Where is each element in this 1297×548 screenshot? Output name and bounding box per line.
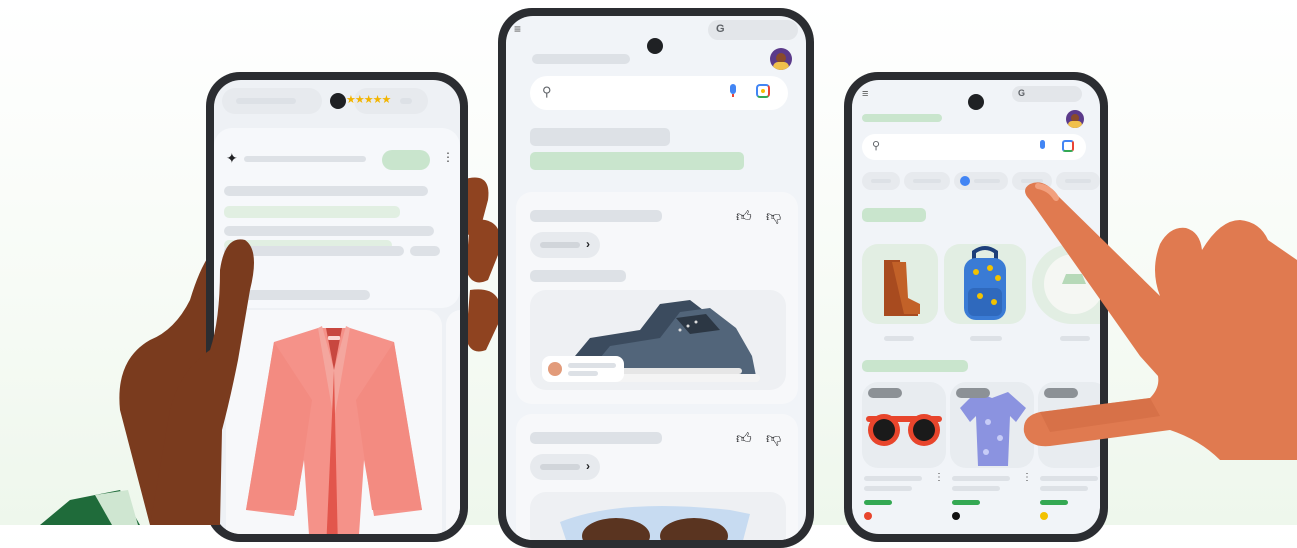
chevron-right-icon: › [586, 459, 590, 473]
menu-icon[interactable]: ≡ [514, 22, 521, 36]
more-vert-icon[interactable]: ⋮ [442, 150, 454, 164]
lens-icon[interactable] [756, 84, 770, 98]
result-card-sunglasses[interactable]: 👍︎ 👎︎ › [516, 414, 798, 540]
center-phone-screen: ≡ G ⚲ 👍︎ 👎︎ › 👍︎ 👎︎ › [506, 16, 806, 540]
thumbs-down-icon[interactable]: 👎︎ [766, 208, 781, 226]
more-vert-icon[interactable]: ⋮ [1022, 472, 1032, 483]
product-card-2[interactable] [446, 310, 460, 534]
menu-icon[interactable]: ≡ [862, 88, 868, 100]
front-camera [968, 94, 984, 110]
filter-chip[interactable] [862, 172, 900, 190]
sneaker-image-card [530, 290, 786, 390]
center-phone: ≡ G ⚲ 👍︎ 👎︎ › 👍︎ 👎︎ › [498, 8, 814, 548]
sparkle-icon: ✦ [226, 150, 238, 166]
google-g-icon: G [716, 23, 725, 35]
google-g-icon: G [1018, 88, 1026, 98]
boots-icon [884, 260, 920, 316]
color-swatch [1040, 512, 1048, 520]
filter-chip-selected[interactable] [954, 172, 1008, 190]
merchant-badge [542, 356, 624, 382]
avatar[interactable] [1066, 110, 1084, 128]
sunglasses-image [560, 506, 750, 540]
search-bar[interactable]: ⚲ [530, 76, 788, 110]
product-sunglasses[interactable] [862, 382, 946, 468]
front-camera [647, 38, 663, 54]
category-boots[interactable] [862, 244, 938, 324]
mic-icon[interactable] [1040, 140, 1046, 152]
left-thumb [150, 239, 254, 525]
avatar[interactable] [770, 48, 792, 70]
thumbs-down-icon[interactable]: 👎︎ [766, 430, 781, 448]
thumbs-up-icon[interactable]: 👍︎ [736, 430, 752, 448]
mic-icon[interactable] [730, 84, 738, 98]
result-card-sneakers[interactable]: 👍︎ 👎︎ › [516, 192, 798, 404]
search-icon: ⚲ [872, 140, 881, 152]
more-vert-icon[interactable]: ⋮ [934, 472, 944, 483]
sunglasses-image-card [530, 492, 786, 540]
ai-chip[interactable] [382, 150, 430, 170]
front-camera [330, 93, 346, 109]
filter-chip[interactable] [904, 172, 950, 190]
search-bar[interactable]: ⚲ [862, 134, 1086, 160]
chevron-right-icon: › [586, 237, 590, 251]
expand-chip[interactable]: › [530, 232, 600, 258]
color-swatch [864, 512, 872, 520]
lens-icon[interactable] [1062, 140, 1074, 152]
expand-chip[interactable]: › [530, 454, 600, 480]
color-swatch [952, 512, 960, 520]
search-icon: ⚲ [542, 84, 552, 99]
rating-stars: ★★★★★ [346, 94, 391, 106]
right-hand-illustration [1023, 182, 1297, 460]
thumbs-up-icon[interactable]: 👍︎ [736, 208, 752, 226]
